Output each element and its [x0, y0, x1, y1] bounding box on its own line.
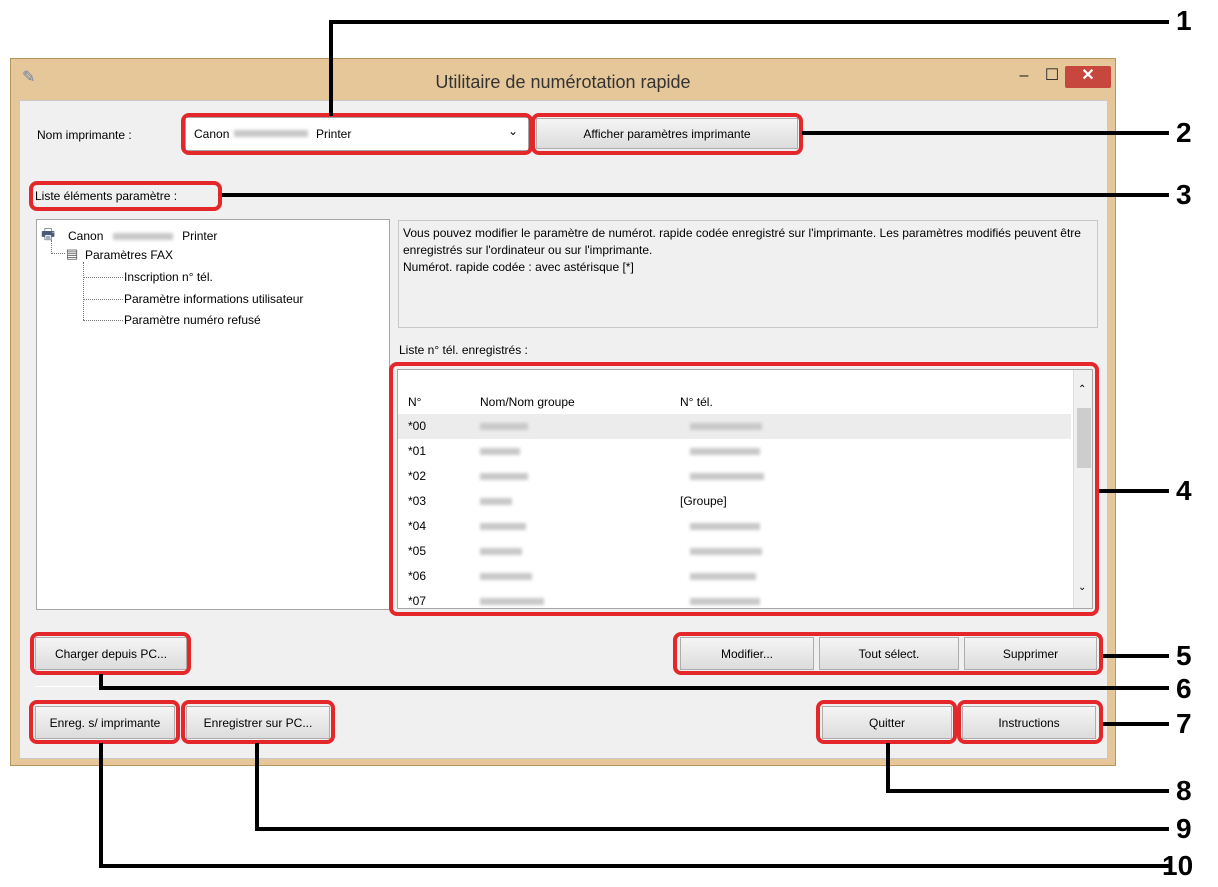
tree-root-prefix: Canon [68, 229, 104, 243]
callout-number-4: 4 [1176, 475, 1192, 506]
tree-item-user-info[interactable]: Paramètre informations utilisateur [124, 290, 303, 308]
tree-line [83, 320, 123, 321]
callout-number-2: 2 [1176, 117, 1192, 148]
callout-line-6 [99, 686, 1169, 690]
callout-line-8 [886, 743, 890, 791]
minimize-button[interactable]: – [1010, 66, 1038, 88]
highlight-10 [29, 700, 180, 744]
callout-number-10: 10 [1162, 850, 1194, 881]
highlight-8 [816, 700, 957, 744]
tree-item-phone-registration[interactable]: Inscription n° tél. [124, 268, 213, 286]
maximize-button[interactable]: ☐ [1038, 66, 1066, 88]
callout-line-10 [99, 743, 103, 867]
callout-number-1: 1 [1176, 5, 1192, 36]
callout-line-1 [329, 20, 333, 116]
tree-item-rejected-number[interactable]: Paramètre numéro refusé [124, 311, 261, 329]
highlight-9 [181, 700, 335, 744]
callout-number-7: 7 [1176, 708, 1192, 739]
callout-line-8 [886, 789, 1169, 793]
tree-line [51, 253, 65, 254]
tree-root-model-redacted [112, 233, 173, 241]
printer-icon: 🖶 [41, 226, 56, 243]
callout-line-4 [1099, 489, 1169, 493]
callout-line-3 [222, 193, 1169, 197]
tree-line [51, 240, 52, 254]
callout-line-1 [329, 20, 1169, 24]
tree-line [83, 277, 123, 278]
callout-line-5 [1103, 654, 1169, 658]
highlight-1 [181, 113, 533, 155]
callout-line-10 [99, 864, 1169, 868]
callout-line-2 [802, 131, 1169, 135]
printer-name-label: Nom imprimante : [37, 128, 132, 142]
callout-number-8: 8 [1176, 775, 1192, 806]
window-title: Utilitaire de numérotation rapide [435, 72, 691, 92]
highlight-3 [29, 181, 222, 211]
callout-number-9: 9 [1176, 813, 1192, 844]
tree-root-suffix: Printer [182, 229, 218, 243]
tree-root[interactable]: Canon Printer [68, 227, 217, 245]
close-button[interactable]: ✕ [1065, 66, 1111, 88]
callout-number-5: 5 [1176, 640, 1192, 671]
highlight-2 [531, 113, 803, 155]
highlight-4 [389, 362, 1099, 616]
tree-line [83, 262, 84, 320]
tree-item-fax[interactable]: Paramètres FAX [85, 246, 173, 264]
tree-line [83, 299, 123, 300]
description-text: Vous pouvez modifier le paramètre de num… [398, 220, 1098, 328]
fax-icon: ▤ [66, 246, 79, 261]
callout-line-7 [1103, 722, 1169, 726]
highlight-6 [30, 632, 191, 675]
highlight-7 [957, 700, 1103, 744]
highlight-5 [673, 632, 1103, 675]
callout-number-6: 6 [1176, 673, 1192, 704]
callout-number-3: 3 [1176, 179, 1192, 210]
callout-line-9 [255, 827, 1169, 831]
phone-list-label: Liste n° tél. enregistrés : [399, 343, 528, 357]
callout-line-9 [255, 743, 259, 829]
